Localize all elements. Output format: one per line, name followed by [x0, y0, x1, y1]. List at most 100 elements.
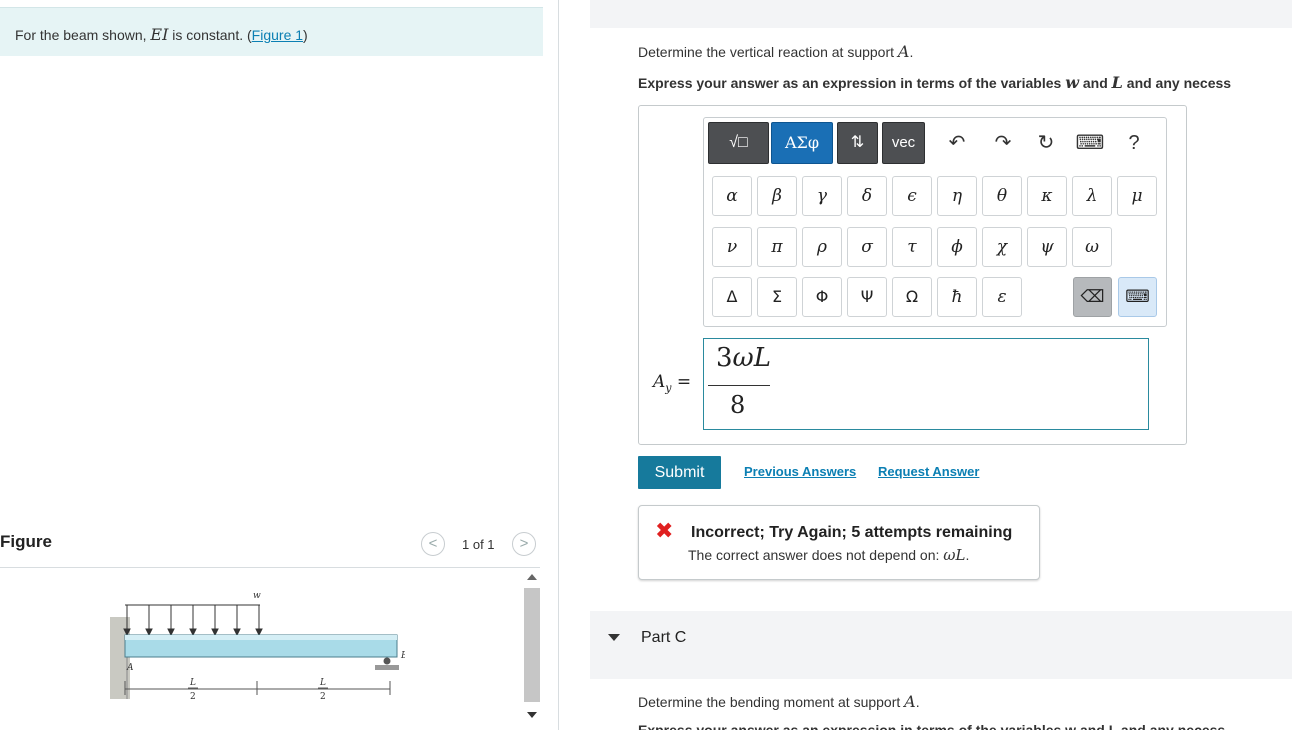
problem-variable: EI	[150, 25, 169, 44]
part-b-header	[590, 0, 1292, 28]
symbol-hbar[interactable]: ħ	[937, 277, 977, 317]
part-b-question: Determine the vertical reaction at suppo…	[638, 42, 913, 61]
templates-button[interactable]: √□	[708, 122, 769, 164]
support-label-a: A	[126, 663, 134, 673]
greek-button[interactable]: ΑΣφ	[771, 122, 833, 164]
symbol-beta[interactable]: β	[757, 176, 797, 216]
symbol-psi[interactable]: ψ	[1027, 227, 1067, 267]
feedback-message: The correct answer does not depend on:	[688, 547, 944, 563]
feedback-end: .	[965, 547, 970, 563]
symbol-capital-sigma[interactable]: Σ	[757, 277, 797, 317]
dim-label-2-1: 2	[190, 692, 196, 702]
help-icon[interactable]: ?	[1119, 128, 1149, 158]
feedback-text: The correct answer does not depend on: ω…	[688, 546, 969, 564]
instruction-text-end: and any necess	[1122, 75, 1232, 91]
figure-prev-button[interactable]: <	[421, 532, 445, 556]
fraction-denominator: 8	[730, 391, 746, 419]
problem-text-after: is constant. (	[168, 27, 252, 43]
question-text-end: .	[909, 44, 914, 60]
caret-down-icon[interactable]	[608, 634, 620, 641]
symbol-delta[interactable]: δ	[847, 176, 887, 216]
dim-label-2-2: 2	[320, 692, 326, 702]
symbol-sigma[interactable]: σ	[847, 227, 887, 267]
scroll-down-icon[interactable]	[527, 712, 537, 718]
scroll-up-icon[interactable]	[527, 574, 537, 580]
symbol-alpha[interactable]: α	[712, 176, 752, 216]
lhs-equals: =	[671, 372, 692, 392]
keyboard-shortcuts-icon[interactable]: ⌨	[1075, 128, 1105, 158]
figure-scrollbar[interactable]	[524, 574, 540, 724]
distributed-load-arrows	[123, 605, 263, 637]
symbol-kappa[interactable]: κ	[1027, 176, 1067, 216]
symbol-capital-psi[interactable]: Ψ	[847, 277, 887, 317]
lhs-variable: A	[653, 372, 666, 392]
instruction-text: Express your answer as an expression in …	[638, 75, 1066, 91]
part-c-question-variable: A	[904, 692, 916, 711]
question-variable: A	[897, 42, 910, 61]
figure-next-button[interactable]: >	[512, 532, 536, 556]
beam-highlight	[125, 635, 397, 640]
part-c-question-text: Determine the bending moment at support	[638, 694, 905, 710]
problem-text: For the beam shown,	[15, 27, 151, 43]
feedback-title: Incorrect; Try Again; 5 attempts remaini…	[691, 524, 1013, 541]
scroll-thumb[interactable]	[524, 588, 540, 702]
keyboard-icon[interactable]: ⌨	[1118, 277, 1157, 317]
symbol-mu[interactable]: μ	[1117, 176, 1157, 216]
problem-statement-bar: For the beam shown, EI is constant. (Fig…	[0, 7, 543, 56]
figure-separator	[0, 567, 540, 568]
reset-icon[interactable]: ↻	[1031, 128, 1061, 158]
dim-label-l-1: L	[189, 678, 196, 688]
symbol-capital-omega[interactable]: Ω	[892, 277, 932, 317]
redo-icon[interactable]: ↷	[988, 128, 1018, 158]
panel-divider	[558, 0, 559, 730]
symbol-pi[interactable]: π	[757, 227, 797, 267]
figure-pager: 1 of 1	[462, 537, 495, 552]
symbol-omega[interactable]: ω	[1072, 227, 1112, 267]
previous-answers-link[interactable]: Previous Answers	[744, 464, 856, 479]
symbol-theta[interactable]: θ	[982, 176, 1022, 216]
problem-text-close: )	[303, 27, 308, 43]
instruction-var-w: w	[1065, 73, 1079, 92]
part-c-header[interactable]	[590, 611, 1292, 679]
beam-figure: w A B L 2 L 2	[110, 591, 405, 702]
symbol-capital-delta[interactable]: Δ	[712, 277, 752, 317]
undo-icon[interactable]: ↶	[942, 128, 972, 158]
symbol-capital-phi[interactable]: Φ	[802, 277, 842, 317]
roller-support	[383, 657, 391, 665]
symbol-phi[interactable]: ϕ	[937, 227, 977, 267]
feedback-variable: ωL	[943, 546, 966, 564]
fraction-numerator: 3ωL	[716, 343, 771, 373]
vector-button[interactable]: vec	[882, 122, 925, 164]
roller-base	[375, 665, 399, 670]
instruction-and: and	[1078, 75, 1112, 91]
fraction-bar	[708, 385, 770, 386]
dim-label-l-2: L	[319, 678, 326, 688]
figure-link[interactable]: Figure 1	[252, 27, 303, 43]
symbol-epsilon[interactable]: ϵ	[892, 176, 932, 216]
figure-title: Figure	[0, 532, 52, 551]
symbol-lambda[interactable]: λ	[1072, 176, 1112, 216]
symbol-nu[interactable]: ν	[712, 227, 752, 267]
symbol-eta[interactable]: η	[937, 176, 977, 216]
part-b-instruction: Express your answer as an expression in …	[638, 73, 1231, 92]
backspace-icon[interactable]: ⌫	[1073, 277, 1112, 317]
symbol-tau[interactable]: τ	[892, 227, 932, 267]
symbol-chi[interactable]: χ	[982, 227, 1022, 267]
arrows-button[interactable]: ⇅	[837, 122, 878, 164]
symbol-varepsilon[interactable]: ε	[982, 277, 1022, 317]
question-text: Determine the vertical reaction at suppo…	[638, 44, 898, 60]
part-c-instruction: Express your answer as an expression in …	[638, 722, 1226, 730]
feedback-box: ✖ Incorrect; Try Again; 5 attempts remai…	[638, 505, 1040, 580]
numerator-variable: ωL	[732, 343, 772, 373]
problem-statement: For the beam shown, EI is constant. (Fig…	[15, 25, 308, 44]
symbol-gamma[interactable]: γ	[802, 176, 842, 216]
part-c-question: Determine the bending moment at support …	[638, 692, 920, 711]
part-c-label[interactable]: Part C	[641, 629, 686, 647]
request-answer-link[interactable]: Request Answer	[878, 464, 979, 479]
answer-lhs: Ay =	[653, 372, 691, 394]
support-label-b: B	[400, 651, 405, 661]
answer-input[interactable]: 3ωL 8	[703, 338, 1149, 430]
symbol-rho[interactable]: ρ	[802, 227, 842, 267]
submit-button[interactable]: Submit	[638, 456, 721, 489]
incorrect-icon: ✖	[655, 518, 674, 543]
